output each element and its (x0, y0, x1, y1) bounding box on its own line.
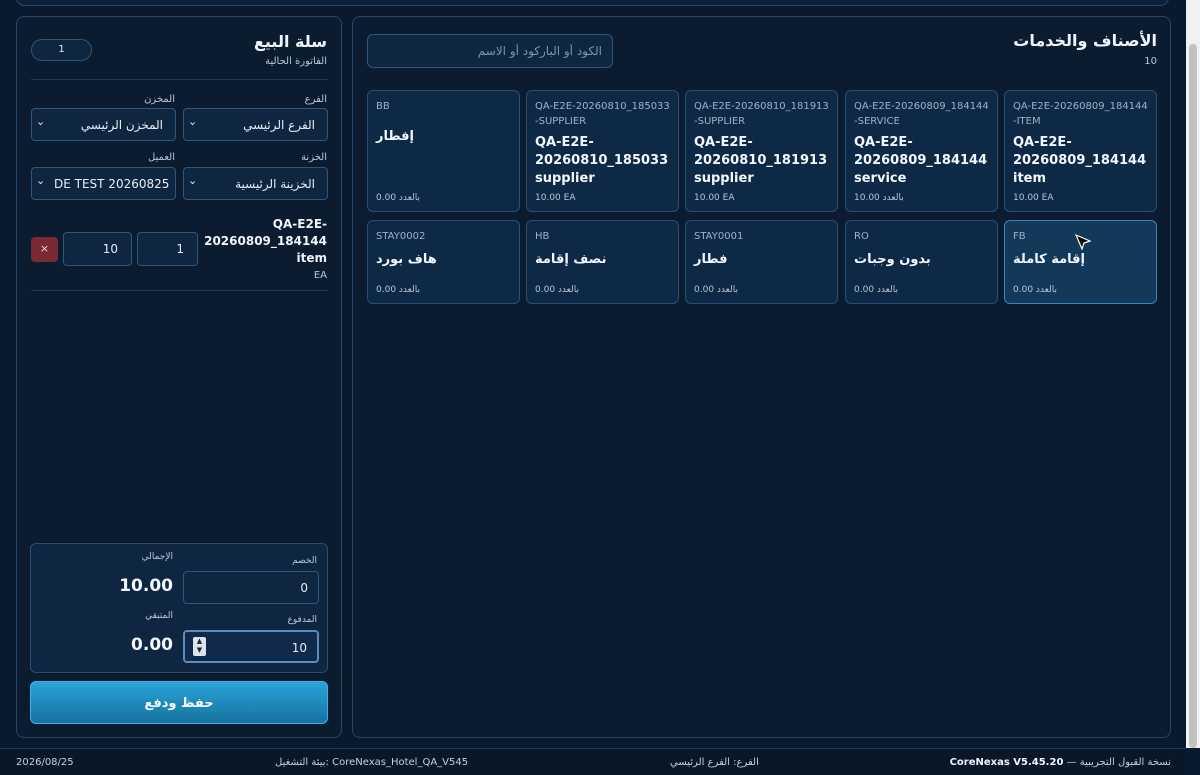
treasury-label: الخزنة (301, 152, 327, 163)
product-meta: 0.00 بالعدد (854, 285, 898, 295)
product-meta: 10.00 EA (535, 193, 576, 203)
save-and-pay-button[interactable]: حفظ ودفع (30, 681, 328, 724)
product-code: QA-E2E-20260810_181913-SUPPLIER (694, 101, 829, 127)
chevron-down-icon: ⌄ (36, 115, 46, 128)
product-card[interactable]: STAY0002 هاف بورد 0.00 بالعدد (367, 220, 520, 304)
product-card[interactable]: QA-E2E-20260810_181913-SUPPLIER QA-E2E-2… (685, 90, 838, 212)
product-code: STAY0001 (694, 231, 744, 242)
chevron-down-icon: ⌄ (188, 174, 198, 187)
product-name: إقامة كاملة (1013, 252, 1085, 267)
product-name: QA-E2E-20260810_185033 supplier (535, 135, 669, 186)
remaining-label: المتبقي (145, 611, 173, 621)
warehouse-value: المخزن الرئيسي (80, 118, 163, 132)
scrollbar-thumb[interactable] (1189, 44, 1197, 748)
chevron-down-icon: ⌄ (36, 174, 46, 187)
treasury-select[interactable]: الخزينة الرئيسية ⌄ (183, 167, 328, 200)
remove-line-button[interactable]: × (31, 237, 58, 262)
footer-date: 2026/08/25 (16, 757, 74, 768)
product-card[interactable]: QA-E2E-20260809_184144-SERVICE QA-E2E-20… (845, 90, 998, 212)
price-input[interactable]: 10 (63, 232, 132, 266)
branch-value: الفرع الرئيسي (243, 118, 315, 132)
product-meta: 10.00 بالعدد (854, 193, 904, 203)
mouse-cursor-icon (1074, 233, 1092, 251)
product-meta: 0.00 بالعدد (376, 285, 420, 295)
catalog-count: 10 (1144, 56, 1157, 67)
status-footer: CoreNexas V5.45.20 — نسخة القبول التجريب… (0, 748, 1186, 775)
product-code: RO (854, 231, 869, 242)
discount-input[interactable]: 0 (183, 571, 319, 604)
top-bar (16, 0, 1169, 6)
remaining-value: 0.00 (131, 635, 173, 655)
cart-title: سلة البيع (253, 32, 327, 51)
product-meta: 10.00 EA (1013, 193, 1054, 203)
product-name: فطار (694, 252, 728, 267)
product-code: HB (535, 231, 550, 242)
customer-value: DE TEST 20260825 (54, 177, 170, 191)
footer-environment: بيئة التشغيل: CoreNexas_Hotel_QA_V545 (275, 757, 469, 768)
product-card[interactable]: STAY0001 فطار 0.00 بالعدد (685, 220, 838, 304)
discount-label: الخصم (292, 556, 317, 566)
catalog-title: الأصناف والخدمات (1013, 31, 1157, 50)
product-meta: 0.00 بالعدد (694, 285, 738, 295)
product-meta: 10.00 EA (694, 193, 735, 203)
product-code: QA-E2E-20260809_184144-ITEM (1013, 101, 1148, 127)
product-card[interactable]: HB نصف إقامة 0.00 بالعدد (526, 220, 679, 304)
product-name: هاف بورد (376, 252, 437, 267)
branch-label: الفرع (304, 94, 327, 105)
product-name: QA-E2E-20260810_181913 supplier (694, 135, 828, 186)
chevron-down-icon: ⌄ (188, 115, 198, 128)
cart-panel: سلة البيع الفاتورة الحالية 1 الفرع الفرع… (16, 16, 342, 738)
warehouse-label: المخزن (144, 94, 175, 105)
product-card[interactable]: QA-E2E-20260809_184144-ITEM QA-E2E-20260… (1004, 90, 1157, 212)
footer-product: CoreNexas V5.45.20 — نسخة القبول التجريب… (950, 757, 1171, 768)
spinner-icon[interactable]: ▲ ▼ (193, 637, 206, 656)
search-input[interactable] (367, 34, 613, 68)
product-meta: 0.00 بالعدد (376, 193, 420, 203)
cart-subtitle: الفاتورة الحالية (265, 56, 327, 67)
scrollbar[interactable] (1186, 0, 1200, 748)
product-meta: 0.00 بالعدد (535, 285, 579, 295)
product-card[interactable]: QA-E2E-20260810_185033-SUPPLIER QA-E2E-2… (526, 90, 679, 212)
footer-branch: الفرع: الفرع الرئيسي (670, 757, 759, 768)
total-value: 10.00 (119, 576, 173, 596)
product-name: QA-E2E-20260809_184144 service (854, 135, 988, 186)
invoice-number-badge[interactable]: 1 (31, 39, 92, 61)
treasury-value: الخزينة الرئيسية (235, 177, 315, 191)
product-name: بدون وجبات (854, 252, 931, 267)
product-code: QA-E2E-20260809_184144-SERVICE (854, 101, 989, 127)
product-name: إفطار (376, 129, 414, 144)
cart-line-unit: EA (313, 270, 327, 281)
branch-select[interactable]: الفرع الرئيسي ⌄ (183, 108, 328, 141)
divider (31, 290, 328, 291)
footer-edition: — نسخة القبول التجريبية (1066, 757, 1171, 768)
divider (31, 79, 328, 80)
product-card[interactable]: BB إفطار 0.00 بالعدد (367, 90, 520, 212)
customer-label: العميل (147, 152, 175, 163)
product-code: BB (376, 101, 390, 112)
product-card[interactable]: RO بدون وجبات 0.00 بالعدد (845, 220, 998, 304)
warehouse-select[interactable]: المخزن الرئيسي ⌄ (31, 108, 176, 141)
quantity-input[interactable]: 1 (137, 232, 198, 266)
paid-input[interactable]: 10 ▲ ▼ (183, 630, 319, 663)
paid-label: المدفوع (287, 615, 318, 625)
customer-select[interactable]: DE TEST 20260825 ⌄ (31, 167, 176, 200)
product-code: STAY0002 (376, 231, 426, 242)
totals-box: الخصم 0 الإجمالي 10.00 المدفوع 10 ▲ ▼ الم… (30, 543, 328, 673)
product-meta: 0.00 بالعدد (1013, 285, 1057, 295)
cart-line-name: QA-E2E-20260809_184144 item (204, 217, 327, 265)
product-code: QA-E2E-20260810_185033-SUPPLIER (535, 101, 670, 127)
paid-value: 10 (291, 641, 307, 655)
total-label: الإجمالي (141, 552, 173, 562)
footer-product-version: CoreNexas V5.45.20 (949, 757, 1064, 768)
product-name: QA-E2E-20260809_184144 item (1013, 135, 1147, 186)
product-name: نصف إقامة (535, 252, 607, 267)
catalog-panel: الأصناف والخدمات 10 QA-E2E-20260809_1841… (352, 16, 1171, 738)
